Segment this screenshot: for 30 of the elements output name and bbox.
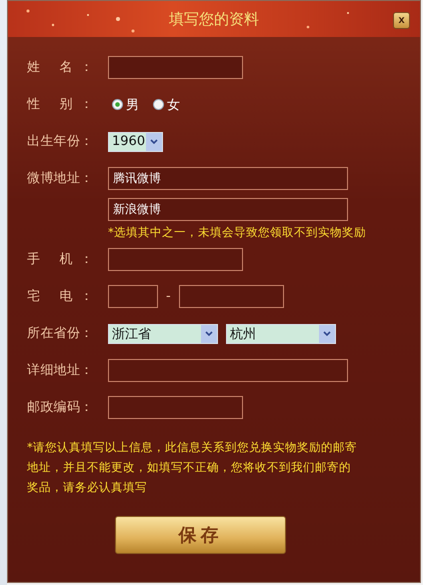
close-button[interactable]: x bbox=[393, 12, 410, 29]
year-dropdown[interactable]: 1960 bbox=[108, 132, 163, 152]
field-label: 手 机： bbox=[27, 251, 93, 269]
input-field[interactable] bbox=[108, 248, 243, 271]
field-label: 出生年份： bbox=[27, 133, 93, 151]
radio-label: 男 bbox=[126, 96, 139, 114]
field-label: 邮政编码： bbox=[27, 399, 93, 417]
field-label: 所在省份： bbox=[27, 325, 93, 343]
region-dropdown[interactable]: 浙江省 bbox=[108, 324, 218, 344]
field-label: 微博地址： bbox=[27, 170, 93, 188]
input-field[interactable] bbox=[108, 396, 243, 419]
input-field[interactable] bbox=[108, 359, 348, 382]
input-field[interactable] bbox=[179, 285, 284, 308]
input-field[interactable]: 新浪微博 bbox=[108, 198, 348, 221]
region-dropdown[interactable]: 杭州 bbox=[226, 324, 336, 344]
dialog-title: 填写您的资料 bbox=[169, 10, 259, 28]
save-button[interactable]: 保存 bbox=[115, 516, 286, 554]
field-label: 详细地址： bbox=[27, 362, 93, 380]
field-label: 姓 名： bbox=[27, 59, 93, 77]
notice-text: *请您认真填写以上信息，此信息关系到您兑换实物奖励的邮寄地址，并且不能更改，如填写不正确，您将收不到我们邮寄的奖品，请务必认真填写 bbox=[27, 439, 357, 496]
radio-button[interactable] bbox=[153, 99, 164, 110]
input-field[interactable]: 腾讯微博 bbox=[108, 167, 348, 190]
hint-text: *选填其中之一，未填会导致您领取不到实物奖励 bbox=[108, 225, 366, 240]
radio-button[interactable] bbox=[112, 99, 123, 110]
dash-separator: - bbox=[166, 289, 171, 304]
input-field[interactable] bbox=[108, 56, 243, 79]
field-label: 性 别： bbox=[27, 96, 93, 114]
field-label: 宅 电： bbox=[27, 288, 93, 306]
radio-label: 女 bbox=[167, 96, 180, 114]
input-field[interactable] bbox=[108, 285, 158, 308]
